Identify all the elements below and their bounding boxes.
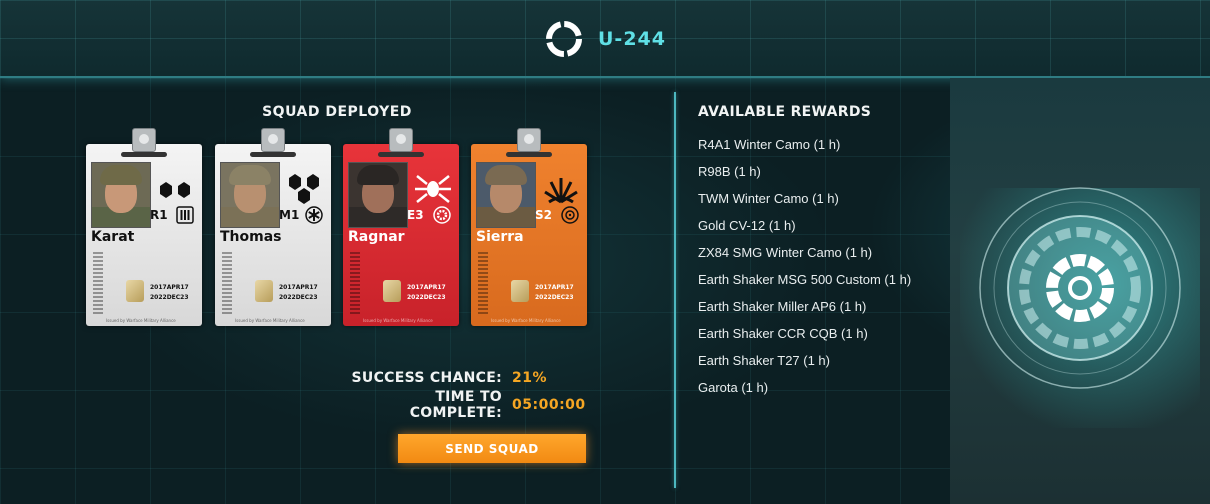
reward-item: Gold CV-12 (1 h) [698,218,796,233]
card-issuer: Issued by Warface Military Alliance [363,318,433,323]
soldier-name: Ragnar [348,229,405,245]
reward-item: Earth Shaker CCR CQB (1 h) [698,326,868,341]
card-slot [121,152,167,157]
squad-cards: R1 Karat 2017APR17 2022DEC23 Issued by W… [86,128,606,328]
soldier-portrait [91,162,151,228]
card-chip [255,280,273,302]
reward-item: R98B (1 h) [698,164,761,179]
blades-faction-icon [544,178,578,204]
card-slot [378,152,424,157]
card-clip [517,128,541,152]
card-issuer: Issued by Warface Military Alliance [491,318,561,323]
engineer-class-icon [433,206,451,224]
card-chip [126,280,144,302]
rifleman-class-icon [176,206,194,224]
mission-map-panel [950,78,1210,504]
soldier-portrait [348,162,408,228]
card-barcode [478,252,488,314]
time-to-complete-label: TIME TO COMPLETE: [409,388,502,421]
card-clip [132,128,156,152]
mission-name: U-244 [598,28,666,50]
card-dates: 2017APR17 2022DEC23 [150,284,189,301]
mission-header: U-244 [0,0,1210,78]
rank-code: R1 [150,208,168,222]
mission-stats: SUCCESS CHANCE: 21% TIME TO COMPLETE: 05… [340,364,600,421]
squad-title: SQUAD DEPLOYED [262,104,412,120]
soldier-name: Thomas [220,229,282,245]
reward-item: Earth Shaker Miller AP6 (1 h) [698,299,867,314]
mission-target-icon [546,21,582,57]
rank-insignia-icon [289,174,319,204]
success-chance-row: SUCCESS CHANCE: 21% [340,364,600,391]
reward-item: ZX84 SMG Winter Camo (1 h) [698,245,873,260]
card-barcode [93,252,103,314]
card-dates: 2017APR17 2022DEC23 [535,284,574,301]
rewards-title: AVAILABLE REWARDS [698,104,872,120]
rewards-list: R4A1 Winter Camo (1 h) R98B (1 h) TWM Wi… [698,136,938,406]
card-clip [389,128,413,152]
success-chance-label: SUCCESS CHANCE: [351,369,502,386]
map-target-reticle-icon [979,187,1181,389]
success-chance-value: 21% [512,369,548,386]
soldier-name: Karat [91,229,135,245]
card-barcode [350,252,360,314]
reward-item: Earth Shaker T27 (1 h) [698,353,830,368]
rank-code: E3 [407,208,424,222]
card-barcode [222,252,232,314]
card-slot [250,152,296,157]
card-dates: 2017APR17 2022DEC23 [279,284,318,301]
soldier-portrait [220,162,280,228]
sniper-class-icon [561,206,579,224]
soldier-card-thomas[interactable]: M1 Thomas 2017APR17 2022DEC23 Issued by … [215,128,331,326]
card-issuer: Issued by Warface Military Alliance [235,318,305,323]
card-chip [511,280,529,302]
card-dates: 2017APR17 2022DEC23 [407,284,446,301]
card-slot [506,152,552,157]
time-to-complete-value: 05:00:00 [512,396,586,413]
rank-insignia-icon [160,182,190,198]
section-divider [674,92,676,488]
reward-item: Garota (1 h) [698,380,769,395]
soldier-name: Sierra [476,229,524,245]
card-chip [383,280,401,302]
mission-title: U-244 [546,20,666,58]
rank-code: M1 [279,208,300,222]
reward-item: R4A1 Winter Camo (1 h) [698,137,841,152]
card-issuer: Issued by Warface Military Alliance [106,318,176,323]
medic-class-icon [305,206,323,224]
soldier-card-karat[interactable]: R1 Karat 2017APR17 2022DEC23 Issued by W… [86,128,202,326]
reward-item: Earth Shaker MSG 500 Custom (1 h) [698,272,912,287]
send-squad-button[interactable]: SEND SQUAD [398,434,586,463]
reward-item: TWM Winter Camo (1 h) [698,191,839,206]
time-to-complete-row: TIME TO COMPLETE: 05:00:00 [340,388,600,421]
spider-faction-icon [415,175,451,203]
soldier-card-ragnar[interactable]: E3 Ragnar 2017APR17 2022DEC23 Issued by … [343,128,459,326]
soldier-card-sierra[interactable]: S2 Sierra 2017APR17 2022DEC23 Issued by … [471,128,587,326]
rank-code: S2 [535,208,552,222]
soldier-portrait [476,162,536,228]
card-clip [261,128,285,152]
